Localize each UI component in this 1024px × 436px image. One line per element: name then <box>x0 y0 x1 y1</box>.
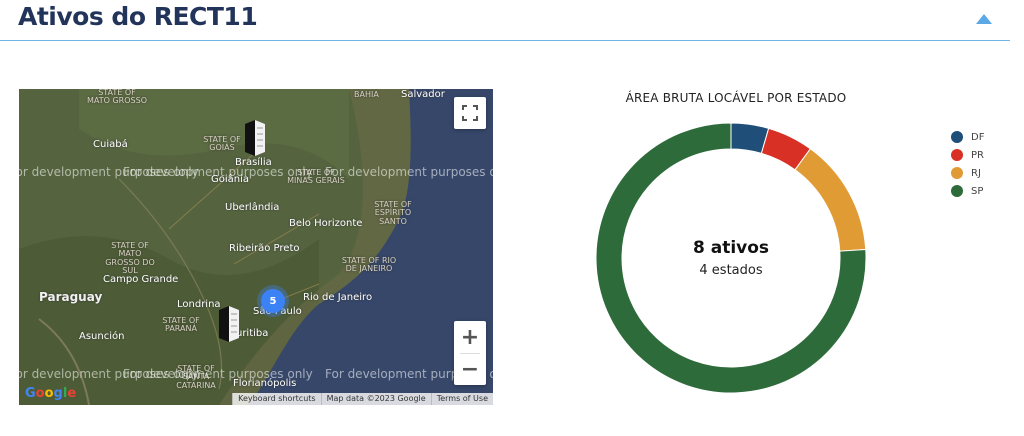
map-label-ribeirao-preto: Ribeirão Preto <box>229 243 300 254</box>
map-watermark-3: For development purposes only <box>325 165 493 179</box>
section-header: Ativos do RECT11 <box>0 0 1010 41</box>
chart-legend: DF PR RJ SP <box>951 128 984 200</box>
legend-dot <box>951 149 963 161</box>
map-label-belo-horizonte: Belo Horizonte <box>289 218 363 229</box>
collapse-chevron-up-icon[interactable] <box>976 14 992 24</box>
map-cluster-marker[interactable]: 5 <box>261 289 285 313</box>
legend-label: RJ <box>971 167 981 179</box>
map-label-asuncion: Asunción <box>79 331 125 342</box>
zoom-out-button[interactable]: − <box>454 353 486 385</box>
map-attribution: Keyboard shortcuts Map data ©2023 Google… <box>232 393 493 405</box>
donut-chart <box>596 123 866 393</box>
chart-center-title: 8 ativos <box>692 238 770 258</box>
chart-center-subtitle: 4 estados <box>699 263 763 278</box>
donut-slice-rj[interactable] <box>794 148 866 252</box>
zoom-in-button[interactable]: + <box>454 321 486 353</box>
map-label-paraguay: Paraguay <box>39 290 103 304</box>
map-view[interactable]: Salvador BAHIA STATE OF MATO GROSSO Cuia… <box>19 89 493 405</box>
map-label-parana: STATE OF PARANÁ <box>162 316 200 334</box>
map-label-rio-de-janeiro: Rio de Janeiro <box>303 292 373 303</box>
map-label-salvador: Salvador <box>401 89 445 100</box>
terms-of-use-link[interactable]: Terms of Use <box>430 393 493 405</box>
legend-label: SP <box>971 185 984 197</box>
legend-dot <box>951 185 963 197</box>
zoom-control: + − <box>454 321 486 385</box>
fullscreen-button[interactable] <box>454 97 486 129</box>
map-label-uberlandia: Uberlândia <box>225 202 280 213</box>
building-marker-icon[interactable] <box>241 116 269 156</box>
legend-dot <box>951 167 963 179</box>
legend-item-pr[interactable]: PR <box>951 146 984 164</box>
map-label-bahia: BAHIA <box>354 90 379 99</box>
map-label-cuiaba: Cuiabá <box>93 139 128 150</box>
google-logo: Google <box>25 386 77 401</box>
keyboard-shortcuts-link[interactable]: Keyboard shortcuts <box>232 393 321 405</box>
fullscreen-icon <box>462 105 478 121</box>
legend-label: DF <box>971 131 985 143</box>
map-label-mato-grosso: STATE OF MATO GROSSO <box>87 89 147 106</box>
map-label-campo-grande: Campo Grande <box>103 274 179 285</box>
zoom-divider <box>460 353 480 354</box>
page-title: Ativos do RECT11 <box>18 2 258 31</box>
legend-item-df[interactable]: DF <box>951 128 984 146</box>
map-watermark-2: For development purposes only <box>123 165 313 179</box>
legend-item-sp[interactable]: SP <box>951 182 984 200</box>
building-marker-icon[interactable] <box>215 302 243 342</box>
map-label-rio-de-janeiro-state: STATE OF RIO DE JANEIRO <box>341 256 397 274</box>
map-label-espirito-santo: STATE OF ESPÍRITO SANTO <box>374 200 412 226</box>
map-watermark-5: For development purposes only <box>123 367 313 381</box>
legend-item-rj[interactable]: RJ <box>951 164 984 182</box>
legend-dot <box>951 131 963 143</box>
map-label-goias: STATE OF GOIÁS <box>203 135 241 153</box>
map-label-mato-grosso-do-sul: STATE OF MATO GROSSO DO SUL <box>105 241 155 276</box>
map-data-text: Map data ©2023 Google <box>320 393 431 405</box>
chart-title: ÁREA BRUTA LOCÁVEL POR ESTADO <box>625 91 847 105</box>
legend-label: PR <box>971 149 984 161</box>
